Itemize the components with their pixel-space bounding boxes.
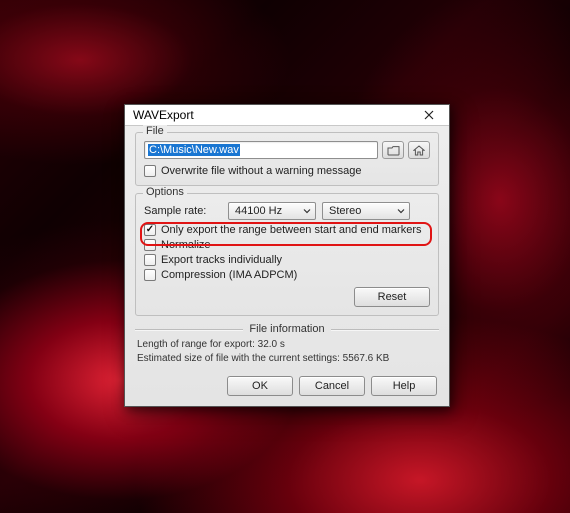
reset-button[interactable]: Reset <box>354 287 430 307</box>
range-row[interactable]: Only export the range between start and … <box>144 224 430 236</box>
options-group: Options Sample rate: 44100 Hz Stereo Onl… <box>135 193 439 316</box>
dialog-footer: OK Cancel Help <box>135 376 439 396</box>
separator-line <box>331 329 439 330</box>
ok-label: OK <box>252 380 268 392</box>
cancel-button[interactable]: Cancel <box>299 376 365 396</box>
folder-icon <box>387 145 400 156</box>
file-path-input[interactable]: C:\Music\New.wav <box>144 141 378 159</box>
channels-value: Stereo <box>329 205 361 217</box>
overwrite-label: Overwrite file without a warning message <box>161 165 362 177</box>
sample-rate-label: Sample rate: <box>144 205 222 217</box>
wavexport-dialog: WAVExport File C:\Music\New.wav <box>124 104 450 407</box>
range-label: Only export the range between start and … <box>161 224 421 236</box>
dialog-title: WAVExport <box>133 108 409 122</box>
channels-combo[interactable]: Stereo <box>322 202 410 220</box>
options-checklist: Only export the range between start and … <box>144 224 430 281</box>
file-info-block: Length of range for export: 32.0 s Estim… <box>135 338 439 366</box>
browse-button[interactable] <box>382 141 404 159</box>
range-checkbox[interactable] <box>144 224 156 236</box>
file-info-heading: File information <box>249 323 324 335</box>
sample-rate-combo[interactable]: 44100 Hz <box>228 202 316 220</box>
chevron-down-icon <box>303 207 311 215</box>
file-info-size: Estimated size of file with the current … <box>137 352 439 366</box>
dialog-content: File C:\Music\New.wav Overwr <box>125 126 449 406</box>
file-group: File C:\Music\New.wav Overwr <box>135 132 439 186</box>
ok-button[interactable]: OK <box>227 376 293 396</box>
sample-rate-value: 44100 Hz <box>235 205 282 217</box>
overwrite-row[interactable]: Overwrite file without a warning message <box>144 165 430 177</box>
file-info-separator: File information <box>135 323 439 335</box>
options-legend: Options <box>143 186 187 198</box>
tracks-individually-checkbox[interactable] <box>144 254 156 266</box>
help-label: Help <box>393 380 416 392</box>
normalize-row[interactable]: Normalize <box>144 239 430 251</box>
home-button[interactable] <box>408 141 430 159</box>
tracks-individually-row[interactable]: Export tracks individually <box>144 254 430 266</box>
compression-checkbox[interactable] <box>144 269 156 281</box>
overwrite-checkbox[interactable] <box>144 165 156 177</box>
reset-label: Reset <box>378 291 407 303</box>
chevron-down-icon <box>397 207 405 215</box>
tracks-individually-label: Export tracks individually <box>161 254 282 266</box>
help-button[interactable]: Help <box>371 376 437 396</box>
compression-row[interactable]: Compression (IMA ADPCM) <box>144 269 430 281</box>
normalize-checkbox[interactable] <box>144 239 156 251</box>
compression-label: Compression (IMA ADPCM) <box>161 269 297 281</box>
home-icon <box>413 145 425 156</box>
separator-line <box>135 329 243 330</box>
file-legend: File <box>143 125 167 137</box>
close-button[interactable] <box>409 105 449 126</box>
titlebar[interactable]: WAVExport <box>125 105 449 126</box>
normalize-label: Normalize <box>161 239 211 251</box>
cancel-label: Cancel <box>315 380 349 392</box>
close-icon <box>424 110 434 120</box>
file-path-text: C:\Music\New.wav <box>148 144 240 156</box>
file-info-length: Length of range for export: 32.0 s <box>137 338 439 352</box>
